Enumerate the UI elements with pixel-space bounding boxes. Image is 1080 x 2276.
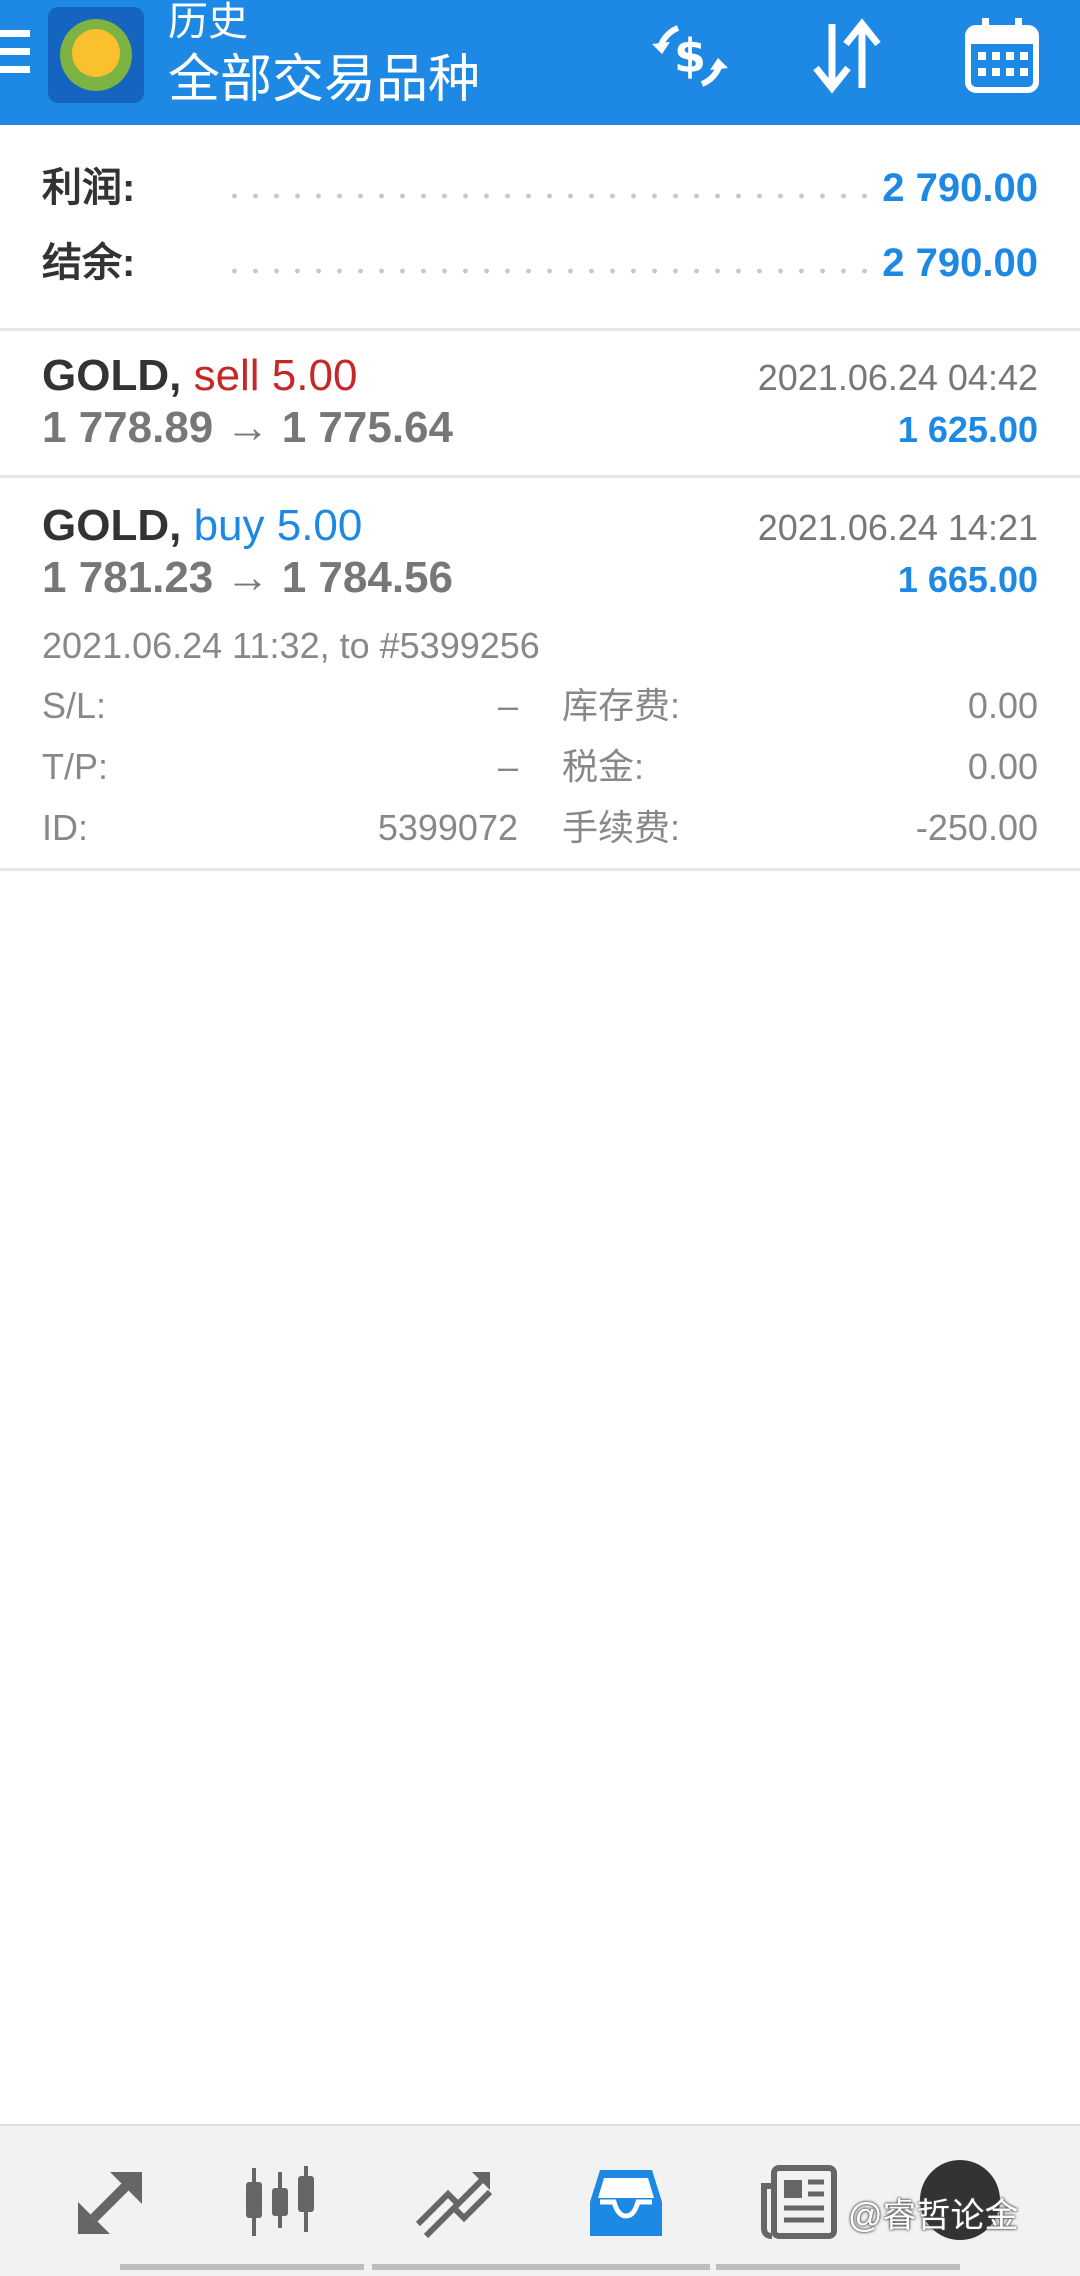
- deal-row[interactable]: GOLD, sell 5.00 1 778.89 → 1 775.64 2021…: [0, 328, 1080, 478]
- balance-row: 结余: 2 790.00: [42, 238, 1038, 288]
- watermark-text: @睿哲论金: [848, 2197, 1019, 2235]
- detail-row: T/P: – 税金: 0.00: [42, 745, 1038, 789]
- deal-row-expanded[interactable]: GOLD, buy 5.00 1 781.23 → 1 784.56 2021.…: [0, 478, 1080, 871]
- symbol-name: GOLD,: [42, 501, 182, 550]
- chart-icon[interactable]: [240, 2162, 320, 2242]
- sort-icon[interactable]: [804, 14, 888, 98]
- trade-icon[interactable]: [412, 2162, 492, 2242]
- deal-prices: 1 781.23 → 1 784.56: [42, 553, 453, 602]
- deal-open-info: 2021.06.24 11:32, to #5399256: [42, 625, 540, 666]
- tp-label: T/P:: [42, 746, 109, 787]
- balance-label: 结余:: [42, 241, 136, 285]
- tp-value: –: [497, 746, 518, 787]
- deal-time: 2021.06.24 04:42: [757, 357, 1038, 398]
- history-icon[interactable]: [586, 2162, 666, 2242]
- deal-profit: 1 665.00: [897, 559, 1038, 600]
- deal-type: sell 5.00: [193, 351, 358, 400]
- history-summary: 利润: 2 790.00 结余: 2 790.00: [0, 125, 1080, 331]
- app-logo: [48, 7, 144, 103]
- sl-value: –: [497, 685, 518, 726]
- profit-row: 利润: 2 790.00: [42, 163, 1038, 213]
- news-icon[interactable]: [760, 2162, 840, 2242]
- tax-label: 税金:: [562, 746, 645, 787]
- app-header: 历史 全部交易品种 $: [0, 0, 1080, 125]
- id-label: ID:: [42, 807, 89, 848]
- deal-profit: 1 625.00: [897, 409, 1038, 450]
- dotted-leader: [224, 268, 874, 274]
- deal-prices: 1 778.89 → 1 775.64: [42, 403, 453, 452]
- balance-value: 2 790.00: [882, 241, 1038, 285]
- page-title: 历史: [168, 0, 248, 44]
- commission-value: -250.00: [915, 807, 1038, 848]
- sl-label: S/L:: [42, 685, 107, 726]
- quotes-icon[interactable]: [70, 2162, 150, 2242]
- dotted-leader: [224, 193, 874, 199]
- symbol-filter[interactable]: 全部交易品种: [168, 50, 480, 110]
- currency-exchange-icon[interactable]: $: [648, 14, 732, 98]
- nav-indicator: [716, 2264, 960, 2270]
- deal-type: buy 5.00: [193, 501, 363, 550]
- swap-label: 库存费:: [562, 685, 681, 726]
- tax-value: 0.00: [967, 746, 1038, 787]
- nav-indicator: [120, 2264, 364, 2270]
- nav-indicator: [372, 2264, 710, 2270]
- svg-text:$: $: [674, 29, 706, 83]
- symbol-name: GOLD,: [42, 351, 182, 400]
- calendar-icon[interactable]: [960, 14, 1044, 98]
- swap-value: 0.00: [967, 685, 1038, 726]
- detail-row: ID: 5399072 手续费: -250.00: [42, 806, 1038, 850]
- commission-label: 手续费:: [562, 807, 681, 848]
- detail-row: S/L: – 库存费: 0.00: [42, 684, 1038, 728]
- id-value: 5399072: [377, 807, 518, 848]
- profit-value: 2 790.00: [882, 166, 1038, 210]
- profit-label: 利润:: [42, 166, 136, 210]
- menu-icon[interactable]: [0, 30, 30, 80]
- deal-time: 2021.06.24 14:21: [757, 507, 1038, 548]
- deal-symbol: GOLD, sell 5.00: [42, 350, 357, 402]
- deal-symbol: GOLD, buy 5.00: [42, 500, 362, 552]
